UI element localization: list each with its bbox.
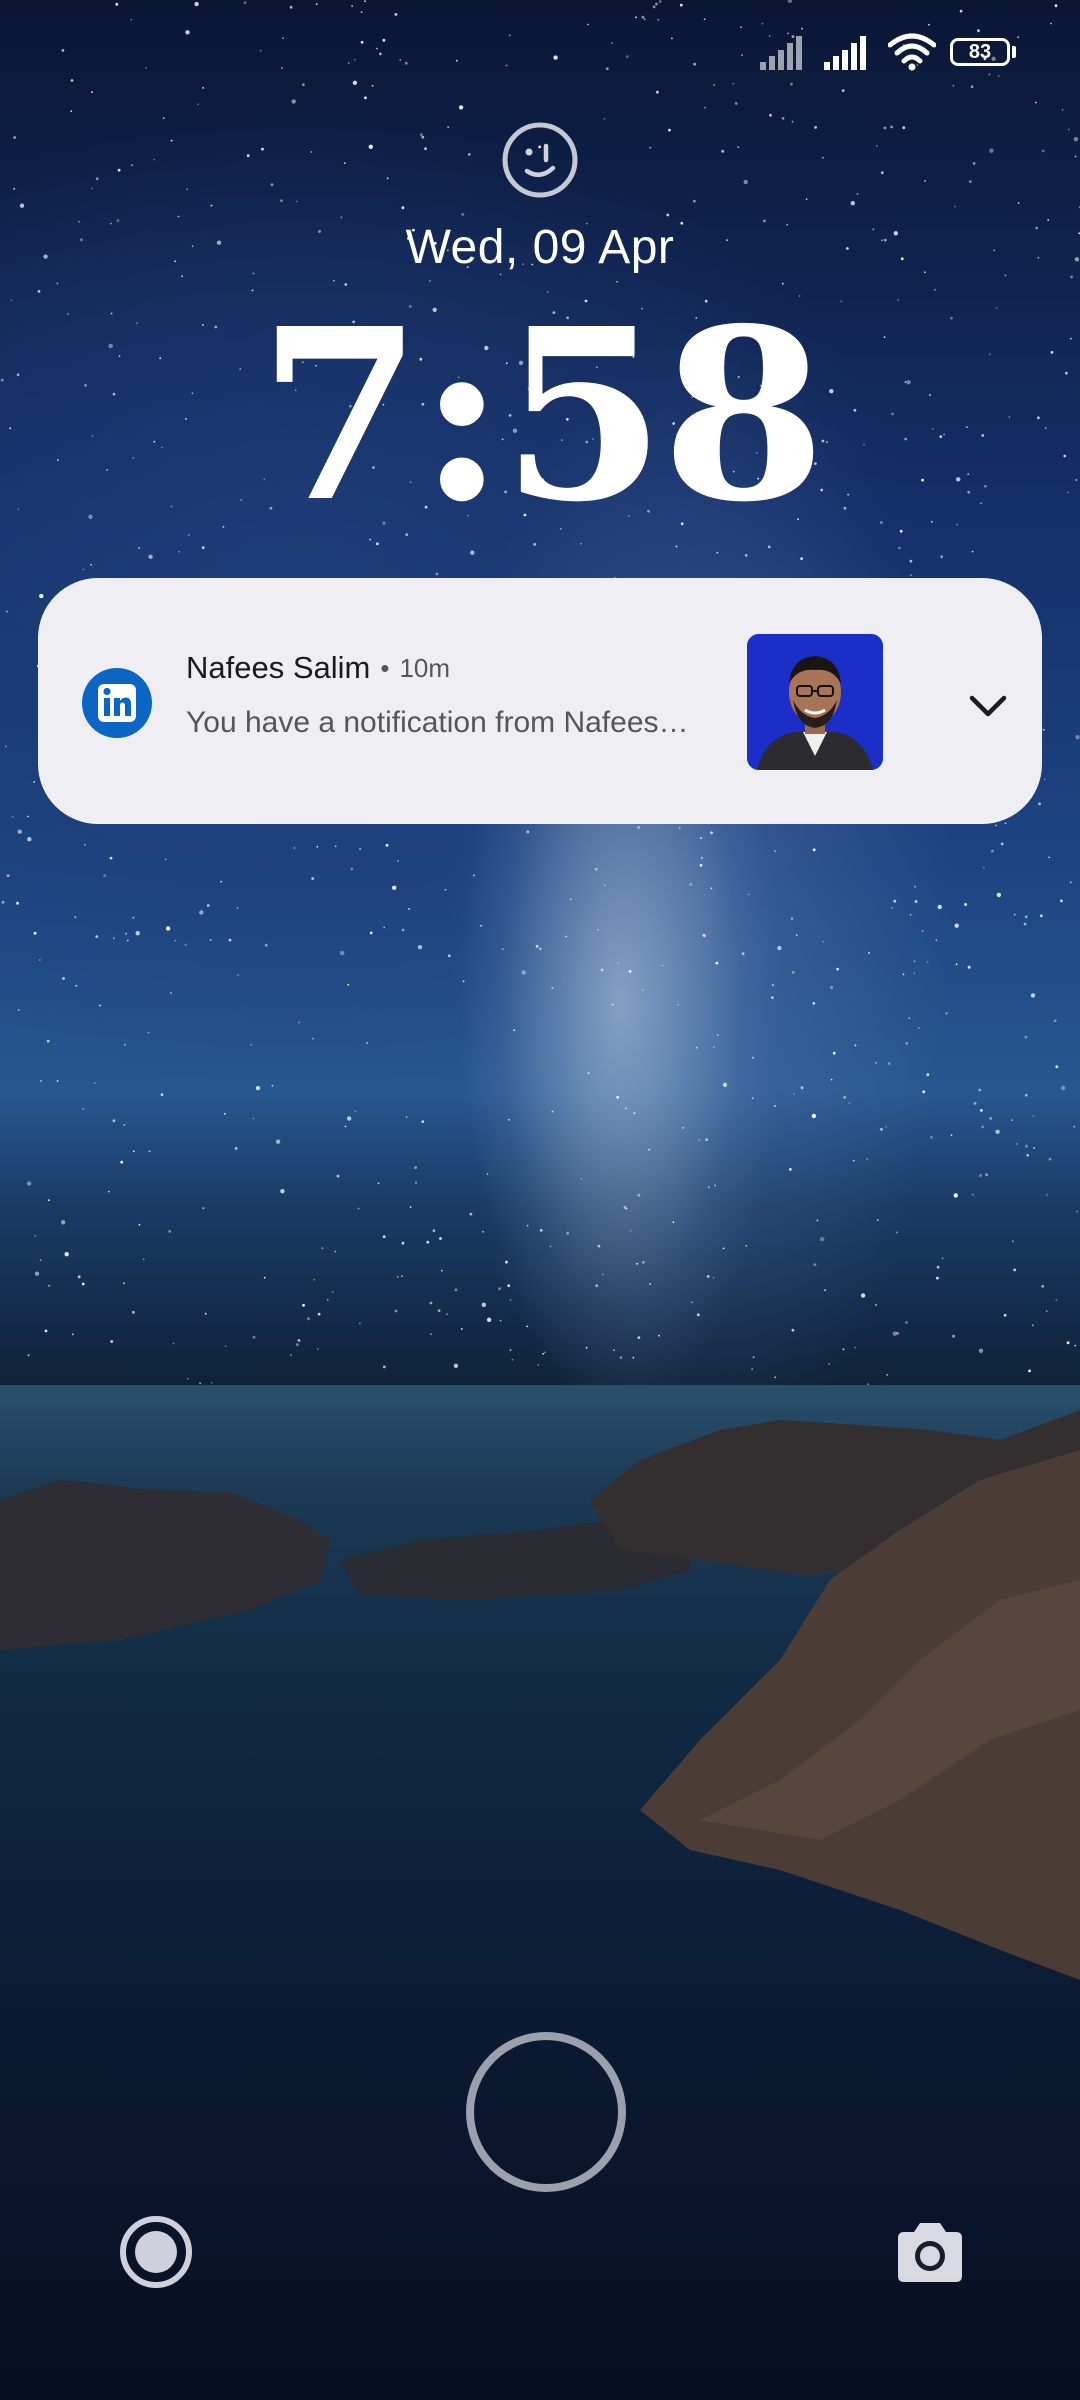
- face-unlock-icon[interactable]: [500, 120, 580, 200]
- linkedin-icon: [82, 668, 152, 738]
- battery-level: 83: [950, 38, 1010, 66]
- battery-icon: 83: [950, 38, 1016, 66]
- fingerprint-unlock-ring[interactable]: [466, 2032, 626, 2192]
- notification-text: You have a notification from Nafees…: [186, 706, 689, 739]
- chevron-down-icon[interactable]: [960, 678, 1016, 734]
- person-photo: [747, 634, 883, 770]
- notification-title: Nafees Salim: [186, 650, 371, 685]
- wifi-icon: [888, 33, 936, 71]
- notification-header: Nafees Salim • 10m: [186, 650, 450, 686]
- status-bar: 83: [760, 28, 1016, 76]
- voice-assistant-icon[interactable]: [118, 2214, 194, 2290]
- signal-sim2-icon: [824, 36, 866, 70]
- notification-separator: •: [380, 652, 390, 683]
- notification-time: 10m: [399, 652, 451, 683]
- notification-card[interactable]: Nafees Salim • 10m You have a notificati…: [38, 578, 1042, 824]
- camera-icon[interactable]: [892, 2218, 968, 2288]
- signal-sim1-icon: [760, 36, 802, 70]
- lock-date: Wed, 09 Apr: [405, 221, 675, 274]
- lock-clock: 7:58: [258, 276, 826, 554]
- battery-nub: [1012, 46, 1016, 58]
- notification-avatar-image: [747, 634, 883, 770]
